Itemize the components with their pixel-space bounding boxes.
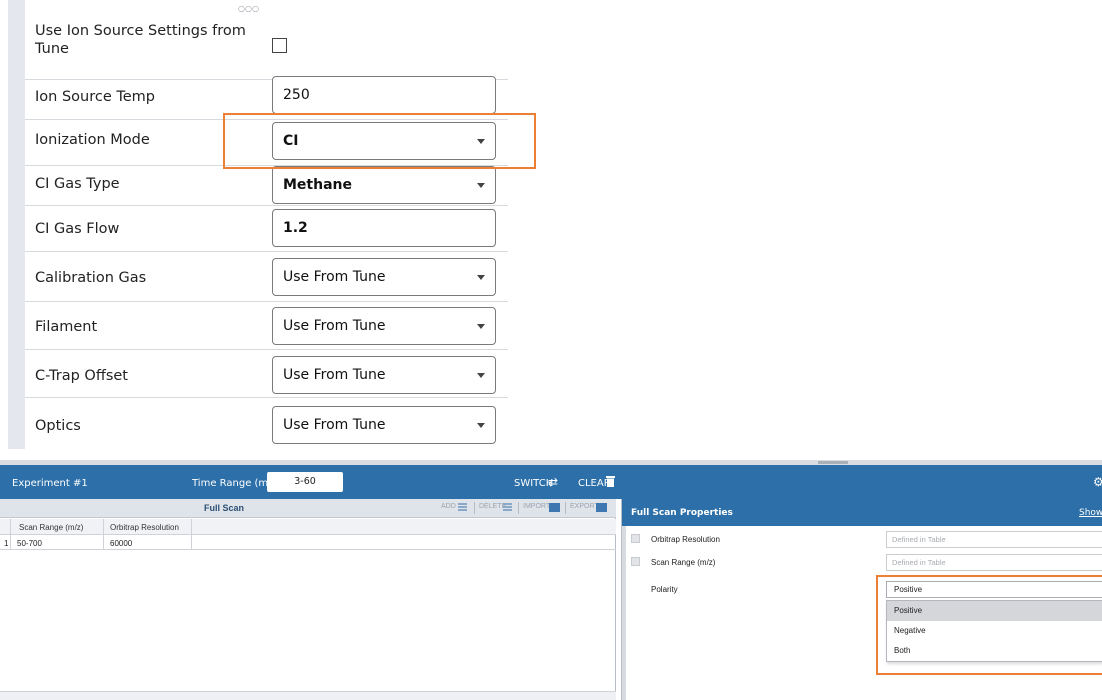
time-range-input[interactable]: 3-60 [267, 472, 343, 492]
full-scan-table-header: Scan Range (m/z) Orbitrap Resolution [0, 519, 616, 535]
ci-gas-flow-input[interactable]: 1.2 [272, 209, 496, 247]
experiment-title: Experiment #1 [12, 478, 88, 489]
column-divider [103, 519, 104, 534]
row-index: 1 [4, 539, 9, 548]
properties-header: Full Scan Properties Show [622, 499, 1102, 526]
use-tune-checkbox[interactable] [272, 38, 287, 53]
optics-select[interactable]: Use From Tune [272, 406, 496, 444]
properties-title: Full Scan Properties [631, 508, 733, 518]
cell-scan-range[interactable]: 50-700 [17, 539, 42, 548]
ci-gas-type-value: Methane [283, 177, 352, 193]
row-handle-icon[interactable] [631, 534, 640, 543]
setting-row-c-trap-offset: C-Trap Offset Use From Tune [25, 350, 508, 398]
setting-label: Filament [35, 319, 98, 335]
setting-row-filament: Filament Use From Tune [25, 302, 508, 350]
add-button[interactable]: ADD [441, 503, 456, 510]
setting-label: Optics [35, 418, 81, 434]
export-icon[interactable] [596, 503, 607, 512]
ion-source-temp-input[interactable]: 250 [272, 76, 496, 114]
property-label: Polarity [651, 585, 678, 594]
setting-label: Use Ion Source Settings from Tune [35, 23, 246, 57]
property-label: Orbitrap Resolution [651, 535, 720, 544]
property-row-scan-range: Scan Range (m/z) Defined in Table [622, 551, 1102, 573]
setting-label: Ion Source Temp [35, 89, 156, 105]
column-header-scan-range[interactable]: Scan Range (m/z) [19, 523, 83, 532]
full-scan-pane: Full Scan ADD DELETE IMPORT EXPORT Scan … [0, 499, 616, 700]
export-button[interactable]: EXPORT [570, 503, 599, 510]
full-scan-title: Full Scan [204, 503, 245, 513]
setting-label: C-Trap Offset [35, 368, 128, 384]
chevron-down-icon [477, 275, 485, 280]
import-button[interactable]: IMPORT [523, 503, 550, 510]
panel-left-strip [8, 0, 25, 449]
chevron-down-icon [477, 324, 485, 329]
ion-source-settings-panel: ○○○ Use Ion Source Settings from Tune Io… [8, 0, 508, 449]
setting-row-ci-gas-type: CI Gas Type Methane [25, 166, 508, 206]
filament-value: Use From Tune [283, 318, 386, 334]
filament-select[interactable]: Use From Tune [272, 307, 496, 345]
setting-label: CI Gas Flow [35, 221, 120, 237]
cell-orbitrap-resolution[interactable]: 60000 [110, 539, 132, 548]
import-icon[interactable] [549, 503, 560, 512]
delete-row-icon[interactable] [503, 503, 514, 512]
setting-label: Calibration Gas [35, 270, 147, 286]
optics-value: Use From Tune [283, 417, 386, 433]
gear-icon[interactable]: ⚙ [1093, 475, 1102, 489]
setting-row-ci-gas-flow: CI Gas Flow 1.2 [25, 206, 508, 252]
calibration-gas-select[interactable]: Use From Tune [272, 258, 496, 296]
column-divider [191, 535, 192, 549]
horizontal-scrollbar[interactable] [0, 691, 616, 700]
setting-row-calibration-gas: Calibration Gas Use From Tune [25, 252, 508, 302]
c-trap-offset-value: Use From Tune [283, 367, 386, 383]
chevron-down-icon [477, 373, 485, 378]
row-handle-icon[interactable] [631, 557, 640, 566]
property-label: Scan Range (m/z) [651, 558, 716, 567]
chevron-down-icon [477, 423, 485, 428]
trash-icon[interactable] [606, 475, 615, 487]
setting-label: Ionization Mode [35, 132, 150, 148]
ionization-mode-highlight [223, 113, 536, 169]
show-link[interactable]: Show [1079, 508, 1102, 518]
experiment-header: Experiment #1 Time Range (min) 3-60 SWIT… [0, 465, 1102, 499]
table-row[interactable]: 1 50-700 60000 [0, 535, 616, 550]
chevron-down-icon [477, 183, 485, 188]
property-row-orbitrap-resolution: Orbitrap Resolution Defined in Table [622, 528, 1102, 550]
c-trap-offset-select[interactable]: Use From Tune [272, 356, 496, 394]
full-scan-toolbar: Full Scan ADD DELETE IMPORT EXPORT [0, 499, 616, 518]
toolbar-separator [518, 502, 519, 514]
toolbar-separator [474, 502, 475, 514]
add-row-icon[interactable] [458, 503, 469, 512]
setting-label: CI Gas Type [35, 176, 120, 192]
setting-row-use-tune: Use Ion Source Settings from Tune [25, 0, 508, 80]
orbitrap-resolution-field[interactable]: Defined in Table [886, 531, 1102, 548]
polarity-highlight [876, 575, 1102, 675]
column-divider [10, 535, 11, 549]
calibration-gas-value: Use From Tune [283, 269, 386, 285]
ci-gas-type-select[interactable]: Methane [272, 166, 496, 204]
setting-row-optics: Optics Use From Tune [25, 398, 508, 449]
column-divider [10, 519, 11, 534]
column-divider [103, 535, 104, 549]
column-divider [191, 519, 192, 534]
toolbar-separator [565, 502, 566, 514]
column-header-orbitrap-resolution[interactable]: Orbitrap Resolution [110, 523, 179, 532]
switch-icon[interactable]: ⇄ [548, 475, 558, 489]
scan-range-field[interactable]: Defined in Table [886, 554, 1102, 571]
splitter-handle[interactable] [818, 461, 848, 464]
